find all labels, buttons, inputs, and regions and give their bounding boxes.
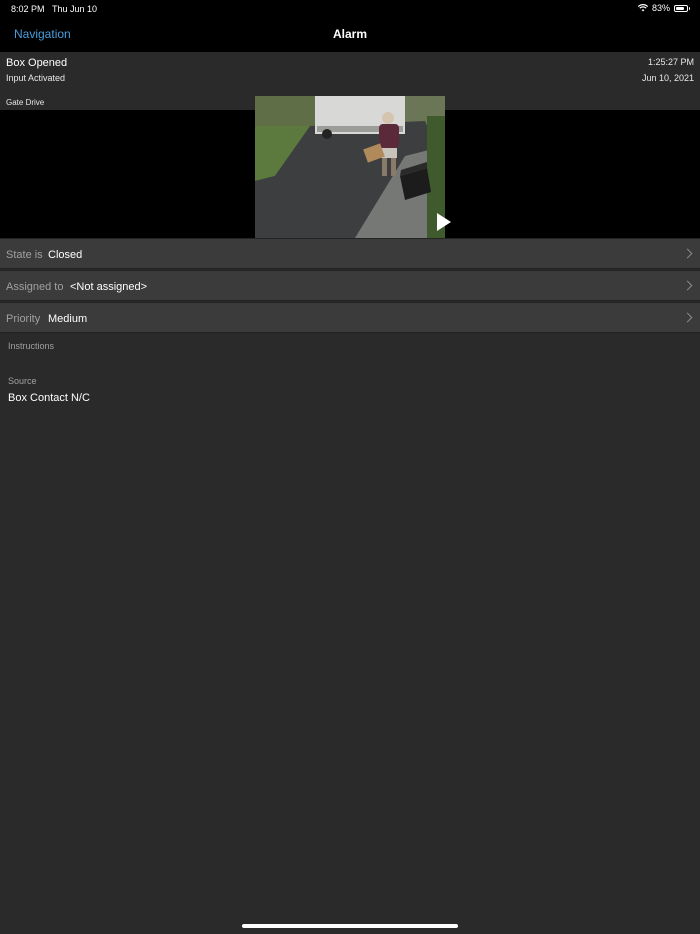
event-subtitle: Input Activated	[6, 73, 66, 83]
assigned-row[interactable]: Assigned to <Not assigned>	[0, 270, 700, 301]
navigation-bar: Navigation Alarm	[0, 18, 700, 52]
home-indicator[interactable]	[242, 924, 458, 928]
priority-value: Medium	[48, 313, 88, 325]
chevron-right-icon	[682, 248, 693, 259]
event-date: Jun 10, 2021	[641, 73, 694, 83]
video-thumbnail[interactable]	[255, 96, 445, 238]
wifi-icon	[637, 4, 648, 12]
play-icon[interactable]	[437, 213, 451, 231]
video-area	[0, 96, 700, 238]
assigned-label: Assigned to	[6, 281, 64, 293]
source-value: Box Contact N/C	[8, 392, 90, 404]
event-time: 1:25:27 PM	[647, 57, 694, 67]
page-title: Alarm	[332, 27, 367, 41]
state-value: Closed	[48, 249, 83, 261]
status-time: 8:02 PM	[11, 4, 45, 14]
chevron-right-icon	[682, 312, 693, 323]
priority-label: Priority	[6, 313, 41, 325]
instructions-label: Instructions	[8, 341, 55, 351]
chevron-right-icon	[682, 280, 693, 291]
battery-fill	[676, 6, 685, 10]
battery-percent: 83%	[651, 3, 670, 13]
source-label: Source	[8, 376, 37, 386]
status-date: Thu Jun 10	[52, 4, 98, 14]
priority-row[interactable]: Priority Medium	[0, 302, 700, 333]
event-title: Box Opened	[6, 57, 68, 69]
assigned-value: <Not assigned>	[70, 281, 148, 293]
video-frame-image	[255, 96, 445, 238]
status-indicators: 83%	[637, 3, 690, 13]
state-label: State is	[6, 249, 43, 261]
battery-icon	[674, 4, 690, 12]
state-row[interactable]: State is Closed	[0, 238, 700, 269]
camera-name: Gate Drive	[6, 98, 45, 107]
status-bar: 8:02 PM Thu Jun 10 83%	[0, 0, 700, 18]
